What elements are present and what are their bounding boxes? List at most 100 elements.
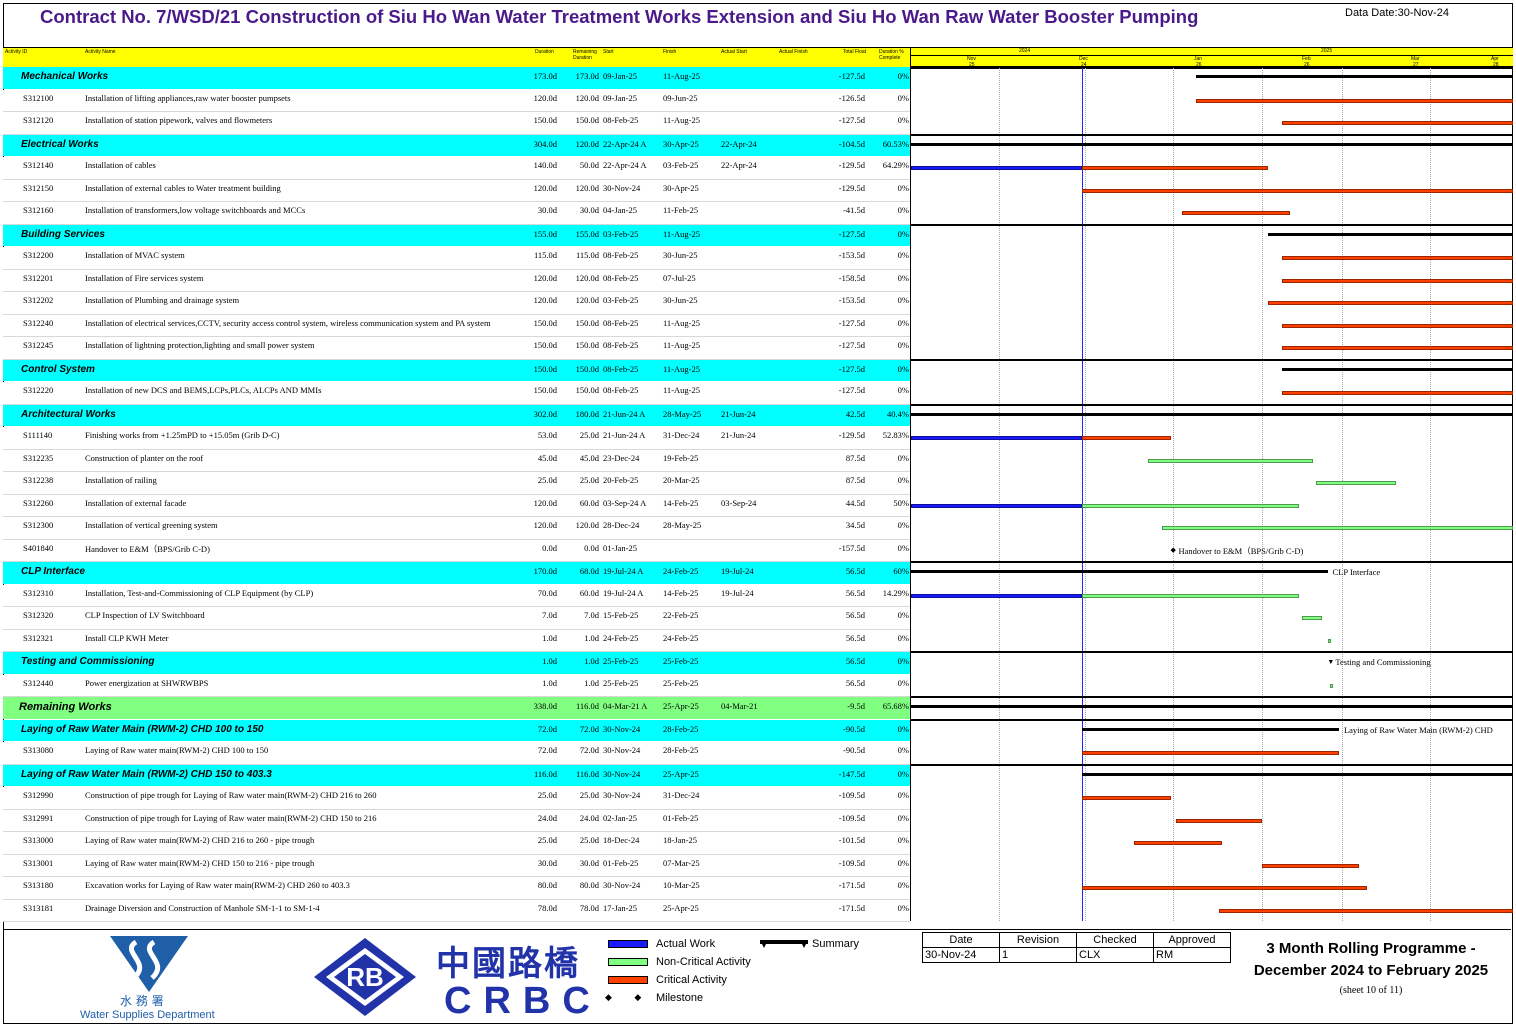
table-row[interactable]: S312310 Installation, Test-and-Commission… [3,584,910,607]
remaining-duration: 120.0d [575,182,599,193]
table-row[interactable]: S313180 Excavation works for Laying of Ra… [3,877,910,900]
start: 24-Feb-25 [603,632,639,643]
critical-bar[interactable] [1267,301,1513,306]
noncritical-bar[interactable] [1316,481,1396,486]
summary-bar[interactable] [1267,232,1513,236]
critical-bar[interactable] [1281,121,1513,126]
table-row[interactable]: S312100 Installation of lifting appliance… [3,89,910,112]
summary-row[interactable]: Laying of Raw Water Main (RWM-2) CHD 100… [3,719,910,741]
noncritical-bar[interactable] [1301,616,1322,621]
actual-bar[interactable] [911,503,1083,508]
table-row[interactable]: S312200 Installation of MVAC system 115.0d… [3,247,910,270]
table-row[interactable]: S312235 Construction of planter on the ro… [3,449,910,472]
table-row[interactable]: S312202 Installation of Plumbing and drai… [3,292,910,315]
critical-bar[interactable] [1281,256,1513,261]
critical-bar[interactable] [1082,886,1368,891]
table-row[interactable]: S312150 Installation of external cables t… [3,179,910,202]
table-row[interactable]: S111140 Finishing works from +1.25mPD to … [3,427,910,450]
table-row[interactable]: S312238 Installation of railing 25.0d 25.0d… [3,472,910,495]
critical-bar[interactable] [1196,98,1513,103]
critical-bar[interactable] [1281,391,1513,396]
actual-bar[interactable] [911,436,1083,441]
group-row[interactable]: Remaining Works 338.0d 116.0d 04-Mar-21 A 25… [3,697,910,719]
total-float: -109.5d [838,857,865,868]
actual-bar[interactable] [911,166,1083,171]
summary-bar[interactable] [1281,367,1513,371]
pct-complete: 0% [897,812,909,823]
critical-bar[interactable] [1176,818,1262,823]
milestone-marker[interactable]: ◆ [1170,546,1175,554]
table-row[interactable]: S313080 Laying of Raw water main(RWM-2) C… [3,742,910,765]
critical-bar[interactable] [1082,751,1339,756]
critical-bar[interactable] [1082,188,1513,193]
total-float: 34.5d [845,520,865,530]
table-row[interactable]: S312991 Construction of pipe trough for L… [3,809,910,832]
noncritical-bar[interactable] [1147,458,1314,463]
summary-row[interactable]: Control System 150.0d 150.0d 08-Feb-25 11-Au… [3,359,910,381]
critical-bar[interactable] [1281,278,1513,283]
table-row[interactable]: S313181 Drainage Diversion and Constructi… [3,899,910,922]
table-row[interactable]: S312160 Installation of transformers,low … [3,202,910,225]
table-row[interactable]: S312245 Installation of lightning protect… [3,337,910,360]
table-row[interactable]: S312300 Installation of vertical greening… [3,517,910,540]
table-row[interactable]: S313000 Laying of Raw water main(RWM-2) C… [3,832,910,855]
noncritical-bar[interactable] [1162,526,1513,531]
table-row[interactable]: S312321 Install CLP KWH Meter 1.0d 1.0d 24-F… [3,629,910,652]
approval-revision: 1 [999,947,1077,963]
table-row[interactable]: S312220 Installation of new DCS and BEMS,… [3,382,910,405]
critical-bar[interactable] [1082,436,1171,441]
milestone-marker[interactable]: ▼ [1327,659,1334,666]
table-row[interactable]: S312120 Installation of station pipework,… [3,112,910,135]
table-row[interactable]: S312201 Installation of Fire services sys… [3,269,910,292]
critical-bar[interactable] [1082,796,1171,801]
data-date: Data Date:30-Nov-24 [1345,7,1449,19]
total-float: -109.5d [838,812,865,823]
start: 01-Feb-25 [603,857,639,868]
activity-name: Installation of station pipework, valves… [85,115,273,125]
table-row[interactable]: S312990 Construction of pipe trough for L… [3,787,910,810]
summary-bar[interactable] [911,705,1513,709]
summary-row[interactable]: Mechanical Works 173.0d 173.0d 09-Jan-25 11-… [3,67,910,89]
table-row[interactable]: S312320 CLP Inspection of LV Switchboard 7… [3,607,910,630]
summary-bar[interactable] [1196,75,1513,79]
critical-bar[interactable] [1261,863,1359,868]
summary-bar[interactable] [1082,772,1513,776]
table-row[interactable]: S312260 Installation of external facade 12… [3,494,910,517]
finish: 30-Apr-25 [663,138,699,149]
legend-milestone-icon: ◆ ◆ [605,992,642,1002]
noncritical-bar[interactable] [1082,593,1299,598]
critical-bar[interactable] [1281,346,1513,351]
summary-row[interactable]: Laying of Raw Water Main (RWM-2) CHD 150… [3,764,910,786]
wsd-logo [110,936,188,992]
summary-row[interactable]: Electrical Works 304.0d 120.0d 22-Apr-24 A 3… [3,134,910,156]
duration: 120.0d [533,92,557,103]
summary-row[interactable]: Architectural Works 302.0d 180.0d 21-Jun-24… [3,404,910,426]
remaining-duration: 0.0d [584,542,599,553]
noncritical-bar[interactable] [1330,683,1334,688]
table-row[interactable]: S313001 Laying of Raw water main(RWM-2) C… [3,854,910,877]
critical-bar[interactable] [1082,166,1268,171]
table-row[interactable]: S312440 Power energization at SHWRWBPS 1.0… [3,674,910,697]
table-row[interactable]: S312240 Installation of electrical servic… [3,314,910,337]
noncritical-bar[interactable] [1082,503,1299,508]
critical-bar[interactable] [1133,841,1222,846]
summary-row[interactable]: CLP Interface 170.0d 68.0d 19-Jul-24 A 24-Fe… [3,562,910,584]
critical-bar[interactable] [1182,211,1291,216]
summary-row[interactable]: Building Services 155.0d 155.0d 03-Feb-25 11… [3,224,910,246]
noncritical-bar[interactable] [1327,638,1331,643]
critical-bar[interactable] [1219,908,1513,913]
actual-start: 22-Apr-24 [721,138,757,149]
summary-bar[interactable] [1082,727,1339,731]
pct-complete: 0% [897,317,909,328]
start: 17-Jan-25 [603,902,637,913]
table-row[interactable]: S312140 Installation of cables 140.0d 50.0d… [3,157,910,180]
summary-row[interactable]: Testing and Commissioning 1.0d 1.0d 25-Feb-… [3,652,910,674]
actual-bar[interactable] [911,593,1083,598]
summary-bar[interactable] [911,412,1513,416]
summary-bar[interactable] [911,142,1513,146]
summary-bar[interactable] [911,570,1328,574]
table-row[interactable]: S401840 Handover to E&M（BPS/Grib C-D) 0.0d… [3,539,910,562]
critical-bar[interactable] [1281,323,1513,328]
total-float: -147.5d [838,768,865,779]
legend-milestone: Milestone [656,992,704,1004]
